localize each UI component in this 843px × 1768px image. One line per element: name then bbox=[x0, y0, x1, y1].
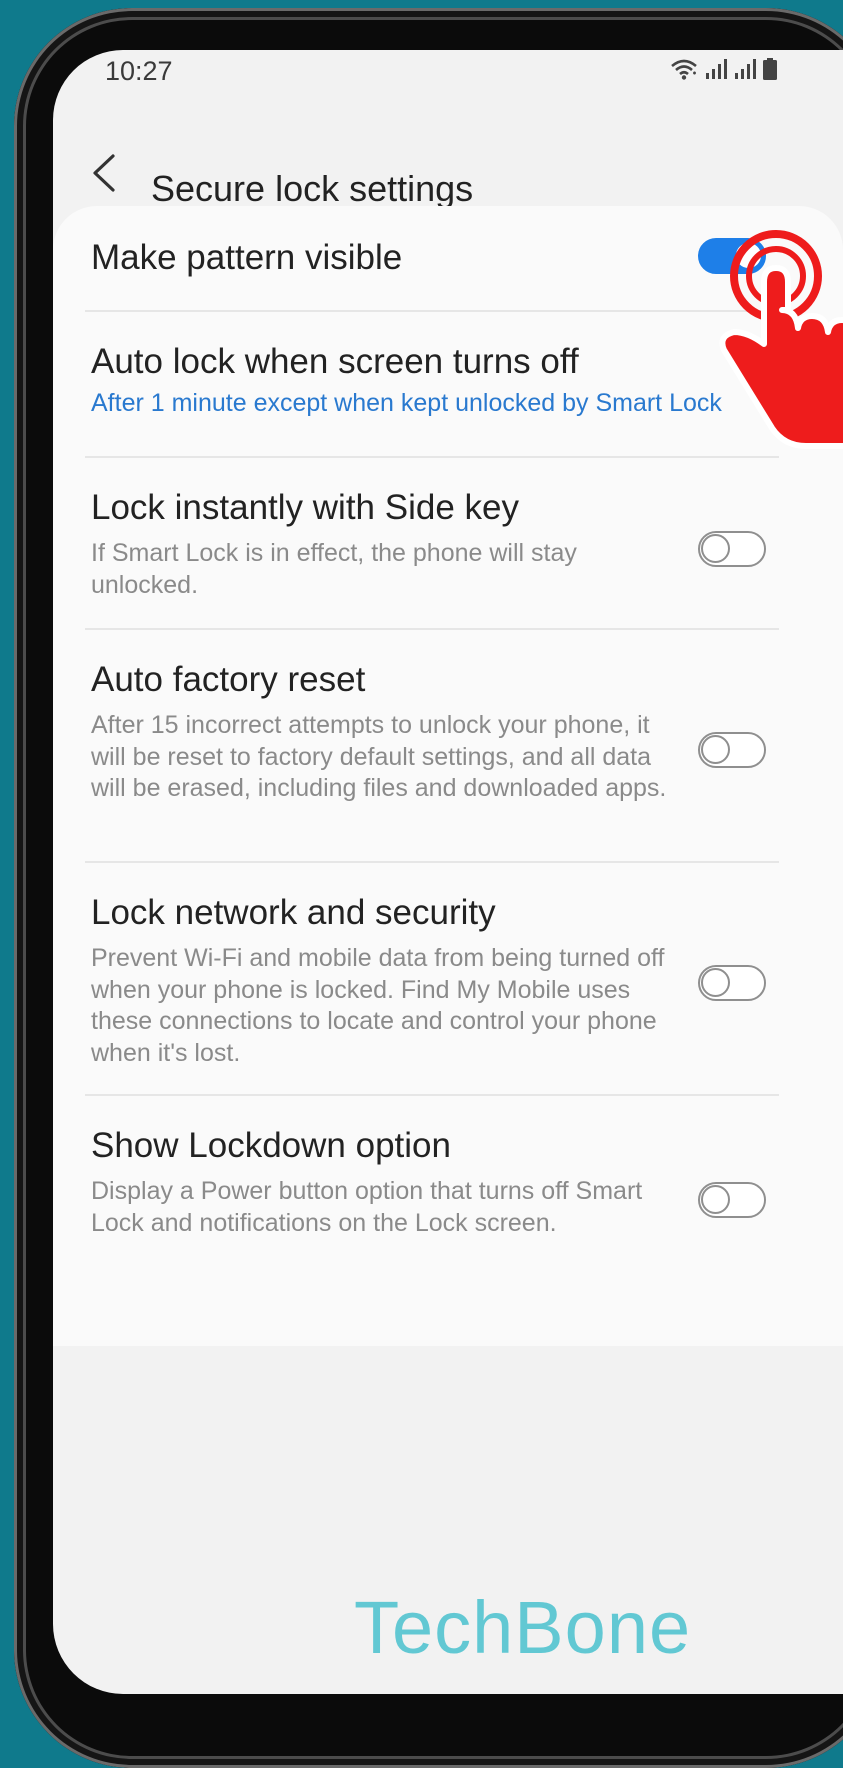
setting-subtitle: After 15 incorrect attempts to unlock yo… bbox=[91, 711, 667, 802]
tap-hand-icon bbox=[719, 230, 843, 449]
status-bar: 10:27 bbox=[53, 50, 843, 120]
setting-auto-lock[interactable]: Auto lock when screen turns off After 1 … bbox=[53, 312, 813, 458]
setting-title: Auto factory reset bbox=[91, 660, 366, 699]
auto-factory-reset-toggle[interactable] bbox=[698, 732, 766, 768]
lock-network-security-toggle[interactable] bbox=[698, 965, 766, 1001]
toggle-knob bbox=[701, 1185, 730, 1214]
setting-subtitle: Prevent Wi-Fi and mobile data from being… bbox=[91, 944, 665, 1067]
setting-title: Lock network and security bbox=[91, 893, 496, 932]
setting-title: Show Lockdown option bbox=[91, 1126, 451, 1165]
setting-auto-factory-reset[interactable]: Auto factory reset After 15 incorrect at… bbox=[53, 630, 813, 863]
signal-icon bbox=[706, 59, 727, 79]
setting-lock-instantly-side-key[interactable]: Lock instantly with Side key If Smart Lo… bbox=[53, 458, 813, 630]
wifi-icon bbox=[671, 59, 697, 80]
chevron-left-icon[interactable] bbox=[85, 150, 125, 196]
status-time: 10:27 bbox=[105, 56, 173, 86]
battery-icon bbox=[763, 58, 777, 80]
show-lockdown-option-toggle[interactable] bbox=[698, 1182, 766, 1218]
lock-instantly-side-key-toggle[interactable] bbox=[698, 531, 766, 567]
setting-make-pattern-visible[interactable]: Make pattern visible bbox=[53, 206, 813, 312]
signal-icon bbox=[735, 59, 756, 79]
setting-lock-network-security[interactable]: Lock network and security Prevent Wi-Fi … bbox=[53, 863, 813, 1096]
setting-subtitle: Display a Power button option that turns… bbox=[91, 1177, 643, 1237]
setting-title: Lock instantly with Side key bbox=[91, 488, 519, 527]
setting-show-lockdown-option[interactable]: Show Lockdown option Display a Power but… bbox=[53, 1096, 813, 1306]
watermark: TechBone bbox=[354, 1586, 692, 1669]
toggle-knob bbox=[701, 534, 730, 563]
page-title: Secure lock settings bbox=[151, 168, 474, 209]
setting-subtitle: If Smart Lock is in effect, the phone wi… bbox=[91, 539, 577, 599]
setting-subtitle: After 1 minute except when kept unlocked… bbox=[91, 389, 722, 417]
toggle-knob bbox=[701, 968, 730, 997]
setting-title: Make pattern visible bbox=[91, 238, 403, 277]
toggle-knob bbox=[701, 735, 730, 764]
status-icons bbox=[670, 58, 777, 80]
setting-title: Auto lock when screen turns off bbox=[91, 342, 579, 381]
